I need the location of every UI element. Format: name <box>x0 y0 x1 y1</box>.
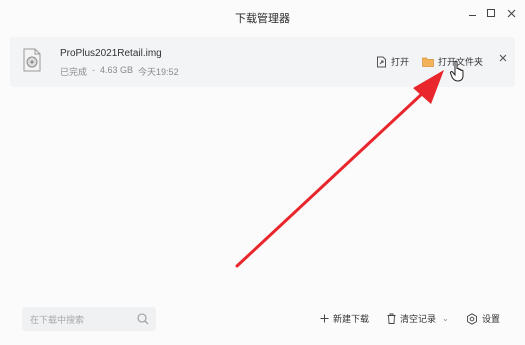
settings-button[interactable]: 设置 <box>466 312 500 325</box>
disc-image-file-icon <box>23 48 41 72</box>
close-icon <box>499 54 507 62</box>
open-file-label: 打开 <box>391 57 410 67</box>
window-title: 下载管理器 <box>235 13 290 25</box>
title-bar: 下载管理器 <box>0 0 525 34</box>
gear-icon <box>467 312 477 325</box>
search-input[interactable]: 在下载中搜索 <box>30 313 84 326</box>
download-time: 今天19:52 <box>138 67 179 77</box>
chevron-down-icon[interactable]: ⌄ <box>442 314 449 323</box>
remove-item-button[interactable] <box>499 53 507 65</box>
clear-records-label: 清空记录 <box>400 314 437 324</box>
maximize-icon <box>487 9 495 17</box>
file-size: 4.63 GB <box>100 65 134 75</box>
close-window-button[interactable] <box>503 6 519 20</box>
clear-records-button[interactable]: 清空记录 ⌄ <box>387 312 449 325</box>
plus-icon <box>320 314 329 323</box>
download-search-box[interactable]: 在下载中搜索 <box>22 307 156 331</box>
download-item[interactable]: ProPlus2021Retail.img 已完成 - 4.63 GB 今天19… <box>10 37 515 87</box>
new-download-button[interactable]: 新建下载 <box>320 312 369 325</box>
trash-icon <box>387 313 396 324</box>
new-download-label: 新建下载 <box>333 314 370 324</box>
minimize-button[interactable] <box>464 6 480 20</box>
folder-icon <box>422 57 434 67</box>
open-file-button[interactable]: 打开 <box>376 55 409 68</box>
open-file-icon <box>377 56 386 67</box>
file-meta: 已完成 - 4.63 GB 今天19:52 <box>60 65 179 78</box>
settings-label: 设置 <box>482 314 501 324</box>
maximize-button[interactable] <box>483 6 499 20</box>
close-icon <box>507 9 515 17</box>
download-status: 已完成 <box>60 67 88 77</box>
hand-cursor-icon <box>449 60 464 82</box>
minimize-icon <box>468 14 476 16</box>
search-icon[interactable] <box>136 312 150 326</box>
meta-separator: - <box>92 65 96 75</box>
download-manager-window: 下载管理器 ProPlus2021Retail.img 已完成 - 4.63 G… <box>0 0 525 345</box>
file-name: ProPlus2021Retail.img <box>60 48 162 59</box>
